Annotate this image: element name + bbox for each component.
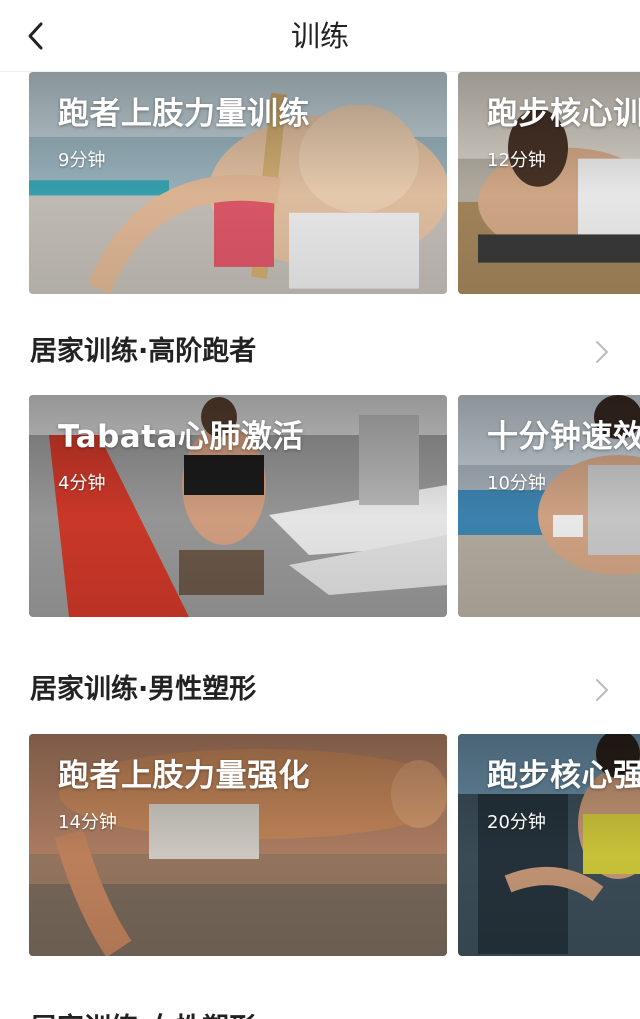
- card-duration: 20分钟: [487, 812, 546, 833]
- section-more-button[interactable]: [586, 336, 618, 368]
- workout-card[interactable]: 跑者上肢力量强化 14分钟: [29, 734, 447, 956]
- card-title: Tabata心肺激活: [58, 419, 304, 455]
- workout-card[interactable]: 跑步核心强 20分钟: [458, 734, 640, 956]
- section-header[interactable]: 居家训练·高阶跑者: [0, 322, 640, 382]
- card-duration: 10分钟: [487, 473, 546, 494]
- section-title: 居家训练·女性塑形: [30, 999, 256, 1019]
- section-header[interactable]: 居家训练·男性塑形: [0, 660, 640, 720]
- chevron-right-icon: [596, 679, 608, 701]
- workout-card[interactable]: 十分钟速效 10分钟: [458, 395, 640, 617]
- section-title: 居家训练·男性塑形: [30, 674, 257, 705]
- card-duration: 12分钟: [487, 150, 546, 171]
- workout-card[interactable]: 跑步核心训 12分钟: [458, 72, 640, 294]
- section-title: 居家训练·高阶跑者: [30, 336, 257, 367]
- card-title: 十分钟速效: [487, 419, 640, 455]
- card-duration: 9分钟: [58, 150, 106, 171]
- card-title: 跑步核心训: [487, 96, 640, 132]
- training-list[interactable]: 跑者上肢力量训练 9分钟 跑步核心训 12分钟 居家训练·高阶跑者 Tabata…: [0, 72, 640, 1019]
- page-title: 训练: [290, 19, 349, 53]
- navigation-bar: 训练: [0, 0, 640, 72]
- workout-card[interactable]: 跑者上肢力量训练 9分钟: [29, 72, 447, 294]
- card-title: 跑者上肢力量训练: [58, 96, 310, 132]
- chevron-right-icon: [596, 341, 608, 363]
- section-more-button[interactable]: [586, 674, 618, 706]
- card-duration: 4分钟: [58, 473, 106, 494]
- section-header[interactable]: 居家训练·女性塑形: [0, 999, 640, 1019]
- workout-card[interactable]: Tabata心肺激活 4分钟: [29, 395, 447, 617]
- card-duration: 14分钟: [58, 812, 117, 833]
- card-title: 跑步核心强: [487, 758, 640, 794]
- card-title: 跑者上肢力量强化: [58, 758, 310, 794]
